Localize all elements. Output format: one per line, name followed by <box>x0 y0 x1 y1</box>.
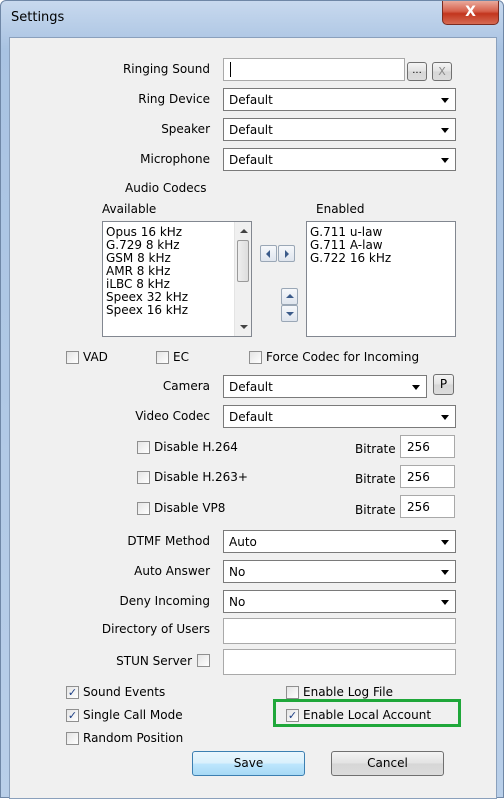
stun-server-input[interactable] <box>223 649 456 675</box>
enable-local-account-checkbox[interactable]: ✓ <box>286 709 299 722</box>
move-right-button[interactable] <box>278 245 295 262</box>
vp8-bitrate-input[interactable]: 256 <box>400 495 455 518</box>
auto-answer-dropdown[interactable]: No <box>223 560 456 583</box>
vad-checkbox[interactable] <box>66 351 79 364</box>
dtmf-method-dropdown[interactable]: Auto <box>223 530 456 553</box>
arrow-down-icon <box>286 312 294 316</box>
ring-device-label: Ring Device <box>138 92 210 106</box>
available-codecs-list[interactable]: Opus 16 kHz G.729 8 kHz GSM 8 kHz AMR 8 … <box>102 221 252 337</box>
enable-log-file-checkbox[interactable] <box>286 686 299 699</box>
arrow-up-icon <box>286 294 294 298</box>
close-button[interactable]: X <box>442 1 499 25</box>
enabled-codecs-label: Enabled <box>316 202 365 216</box>
move-left-button[interactable] <box>260 245 277 262</box>
chevron-down-icon <box>441 570 449 575</box>
ringing-sound-input[interactable] <box>223 58 405 81</box>
browse-button[interactable]: ... <box>407 62 427 81</box>
move-down-button[interactable] <box>281 305 298 322</box>
directory-input[interactable] <box>223 618 456 644</box>
single-call-mode-checkbox[interactable]: ✓ <box>66 709 79 722</box>
arrow-right-icon <box>285 250 289 258</box>
title-bar[interactable]: Settings X <box>1 1 504 37</box>
settings-panel: Ringing Sound ... X Ring Device Default … <box>9 37 497 799</box>
vad-label: VAD <box>83 350 108 364</box>
vp8-bitrate-label: Bitrate <box>355 503 396 517</box>
video-codec-dropdown[interactable]: Default <box>223 405 456 428</box>
chevron-down-icon <box>412 385 420 390</box>
disable-vp8-label: Disable VP8 <box>154 501 226 515</box>
random-position-label: Random Position <box>83 731 184 745</box>
microphone-label: Microphone <box>140 152 210 166</box>
ringing-sound-label: Ringing Sound <box>122 62 210 76</box>
deny-incoming-dropdown[interactable]: No <box>223 590 456 613</box>
disable-vp8-checkbox[interactable] <box>137 502 150 515</box>
text-cursor <box>230 62 231 77</box>
scroll-thumb[interactable] <box>237 240 249 282</box>
ec-label: EC <box>173 350 189 364</box>
h263-bitrate-label: Bitrate <box>355 472 396 486</box>
list-item[interactable]: Speex 16 kHz <box>103 304 251 317</box>
h264-bitrate-label: Bitrate <box>355 442 396 456</box>
disable-h264-label: Disable H.264 <box>154 440 238 454</box>
stun-server-label: STUN Server <box>116 654 192 668</box>
ec-checkbox[interactable] <box>156 351 169 364</box>
arrow-left-icon <box>266 250 270 258</box>
enable-local-account-label: Enable Local Account <box>303 708 432 722</box>
single-call-mode-label: Single Call Mode <box>83 708 183 722</box>
directory-label: Directory of Users <box>101 622 210 636</box>
microphone-dropdown[interactable]: Default <box>223 148 456 171</box>
cancel-button[interactable]: Cancel <box>331 751 444 776</box>
sound-events-label: Sound Events <box>83 685 166 699</box>
window-title: Settings <box>11 10 65 25</box>
save-button[interactable]: Save <box>192 751 305 776</box>
move-up-button[interactable] <box>281 288 298 305</box>
chevron-down-icon <box>441 158 449 163</box>
enable-log-file-label: Enable Log File <box>303 685 394 699</box>
force-codec-label: Force Codec for Incoming <box>266 350 420 364</box>
camera-label: Camera <box>162 379 210 393</box>
chevron-down-icon <box>441 540 449 545</box>
speaker-label: Speaker <box>161 122 210 136</box>
stun-server-checkbox[interactable] <box>197 654 210 667</box>
list-item[interactable]: G.722 16 kHz <box>307 252 455 265</box>
audio-codecs-title: Audio Codecs <box>125 181 207 195</box>
ring-device-dropdown[interactable]: Default <box>223 88 456 111</box>
chevron-down-icon <box>441 600 449 605</box>
enabled-codecs-list[interactable]: G.711 u-law G.711 A-law G.722 16 kHz <box>306 221 456 337</box>
settings-window: Settings X Ringing Sound ... X Ring Devi… <box>0 0 504 799</box>
chevron-down-icon <box>441 128 449 133</box>
camera-dropdown[interactable]: Default <box>223 375 427 398</box>
scroll-down-icon[interactable] <box>240 325 248 329</box>
disable-h263-checkbox[interactable] <box>137 471 150 484</box>
scroll-up-icon[interactable] <box>240 229 248 233</box>
camera-preview-button[interactable]: P <box>433 374 454 395</box>
h263-bitrate-input[interactable]: 256 <box>400 465 455 488</box>
disable-h264-checkbox[interactable] <box>137 441 150 454</box>
h264-bitrate-input[interactable]: 256 <box>400 435 455 458</box>
close-icon: X <box>465 4 476 20</box>
available-codecs-label: Available <box>102 202 157 216</box>
sound-events-checkbox[interactable]: ✓ <box>66 686 79 699</box>
deny-incoming-label: Deny Incoming <box>119 594 210 608</box>
clear-button[interactable]: X <box>432 62 452 81</box>
codec-list-scrollbar[interactable] <box>234 222 251 336</box>
chevron-down-icon <box>441 415 449 420</box>
random-position-checkbox[interactable] <box>66 732 79 745</box>
dtmf-method-label: DTMF Method <box>127 534 210 548</box>
force-codec-checkbox[interactable] <box>249 351 262 364</box>
speaker-dropdown[interactable]: Default <box>223 118 456 141</box>
video-codec-label: Video Codec <box>135 409 210 423</box>
disable-h263-label: Disable H.263+ <box>154 470 248 484</box>
auto-answer-label: Auto Answer <box>134 564 210 578</box>
chevron-down-icon <box>441 98 449 103</box>
